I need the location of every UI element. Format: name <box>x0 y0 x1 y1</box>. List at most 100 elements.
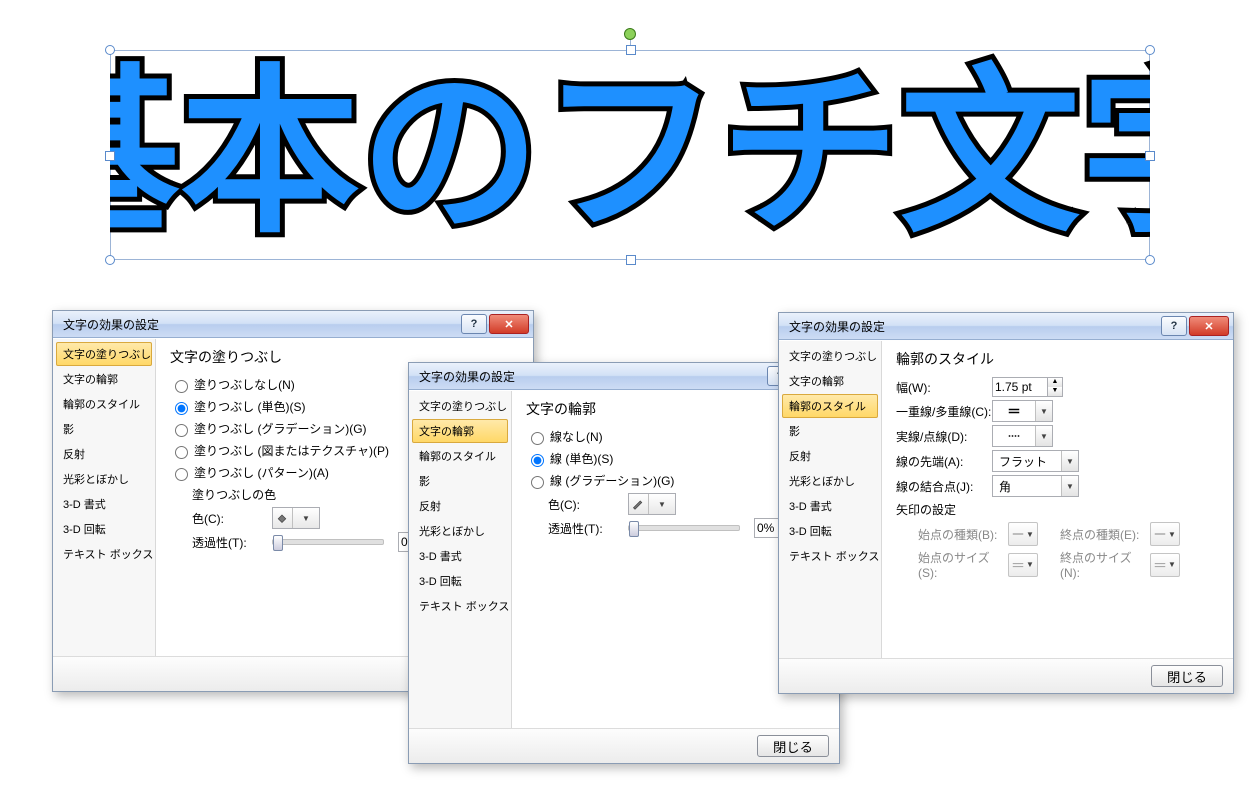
fill-pattern-label: 塗りつぶし (パターン)(A) <box>194 463 329 482</box>
style-width-label: 幅(W): <box>896 379 992 396</box>
nav-reflect[interactable]: 反射 <box>412 494 508 518</box>
resize-handle-nw[interactable] <box>105 45 115 55</box>
spin-up-icon[interactable]: ▲ <box>1048 378 1062 387</box>
resize-handle-se[interactable] <box>1145 255 1155 265</box>
fill-none-radio[interactable] <box>175 380 188 393</box>
style-width-spin[interactable]: ▲▼ <box>992 377 1063 397</box>
nav-fill[interactable]: 文字の塗りつぶし <box>782 344 878 368</box>
nav-style[interactable]: 輪郭のスタイル <box>412 444 508 468</box>
resize-handle-ne[interactable] <box>1145 45 1155 55</box>
style-compound-dd[interactable]: ▼ <box>992 400 1053 422</box>
nav-glow[interactable]: 光彩とぼかし <box>782 469 878 493</box>
slider-thumb[interactable] <box>629 521 639 537</box>
help-button[interactable]: ? <box>461 314 487 334</box>
nav-glow[interactable]: 光彩とぼかし <box>56 467 152 491</box>
paint-bucket-icon <box>273 508 292 528</box>
close-button[interactable]: ✕ <box>489 314 529 334</box>
nav-3dformat[interactable]: 3-D 書式 <box>412 544 508 568</box>
nav-3dformat[interactable]: 3-D 書式 <box>56 492 152 516</box>
style-cap-value: フラット <box>993 451 1061 471</box>
fill-transparency-slider[interactable] <box>272 539 384 545</box>
fill-color-dd[interactable]: ▼ <box>292 508 319 528</box>
resize-handle-sw[interactable] <box>105 255 115 265</box>
rotation-handle[interactable] <box>624 28 636 40</box>
arrow-begintype-picker[interactable]: ▼ <box>1008 522 1038 546</box>
outline-color-dd[interactable]: ▼ <box>648 494 675 514</box>
arrow-beginsize-label: 始点のサイズ(S): <box>918 549 1008 580</box>
style-join-value: 角 <box>993 476 1061 496</box>
nav-3drot[interactable]: 3-D 回転 <box>782 519 878 543</box>
nav-outline[interactable]: 文字の輪郭 <box>56 367 152 391</box>
outline-color-picker[interactable]: ▼ <box>628 493 676 515</box>
fill-texture-radio[interactable] <box>175 446 188 459</box>
nav-reflect[interactable]: 反射 <box>56 442 152 466</box>
dashed-line-icon <box>993 426 1035 446</box>
fill-solid-radio[interactable] <box>175 402 188 415</box>
fill-color-label: 色(C): <box>192 510 272 527</box>
sidebar-style: 文字の塗りつぶし 文字の輪郭 輪郭のスタイル 影 反射 光彩とぼかし 3-D 書… <box>779 341 882 658</box>
wordart-text[interactable]: 基本のフチ文字 <box>110 50 1150 260</box>
style-dash-dd[interactable]: ▼ <box>992 425 1053 447</box>
spin-down-icon[interactable]: ▼ <box>1048 387 1062 396</box>
style-heading: 輪郭のスタイル <box>896 349 1219 369</box>
dialog-style[interactable]: 文字の効果の設定 ? ✕ 文字の塗りつぶし 文字の輪郭 輪郭のスタイル 影 反射… <box>778 312 1234 694</box>
dialog-outline[interactable]: 文字の効果の設定 ? ✕ 文字の塗りつぶし 文字の輪郭 輪郭のスタイル 影 反射… <box>408 362 840 764</box>
sidebar-fill: 文字の塗りつぶし 文字の輪郭 輪郭のスタイル 影 反射 光彩とぼかし 3-D 書… <box>53 339 156 656</box>
arrow-endtype-picker[interactable]: ▼ <box>1150 522 1180 546</box>
nav-shadow[interactable]: 影 <box>782 419 878 443</box>
outline-color-label: 色(C): <box>548 496 628 513</box>
style-dash-label: 実線/点線(D): <box>896 428 992 445</box>
arrow-endsize-label: 終点のサイズ(N): <box>1060 549 1150 580</box>
outline-solid-label: 線 (単色)(S) <box>550 449 613 468</box>
nav-outline[interactable]: 文字の輪郭 <box>782 369 878 393</box>
style-width-value[interactable] <box>992 377 1048 397</box>
nav-fill[interactable]: 文字の塗りつぶし <box>56 342 152 366</box>
outline-grad-radio[interactable] <box>531 476 544 489</box>
style-join-dd[interactable]: 角 ▼ <box>992 475 1079 497</box>
style-compound-label: 一重線/多重線(C): <box>896 403 992 420</box>
sidebar-outline: 文字の塗りつぶし 文字の輪郭 輪郭のスタイル 影 反射 光彩とぼかし 3-D 書… <box>409 391 512 728</box>
nav-3drot[interactable]: 3-D 回転 <box>412 569 508 593</box>
fill-color-picker[interactable]: ▼ <box>272 507 320 529</box>
nav-outline[interactable]: 文字の輪郭 <box>412 419 508 443</box>
svg-text:基本のフチ文字: 基本のフチ文字 <box>110 53 1150 254</box>
nav-textbox[interactable]: テキスト ボックス <box>412 594 508 618</box>
resize-handle-n[interactable] <box>626 45 636 55</box>
nav-fill[interactable]: 文字の塗りつぶし <box>412 394 508 418</box>
fill-grad-radio[interactable] <box>175 424 188 437</box>
outline-transparency-slider[interactable] <box>628 525 740 531</box>
help-button[interactable]: ? <box>1161 316 1187 336</box>
resize-handle-s[interactable] <box>626 255 636 265</box>
nav-3drot[interactable]: 3-D 回転 <box>56 517 152 541</box>
titlebar-style[interactable]: 文字の効果の設定 ? ✕ <box>779 313 1233 340</box>
nav-shadow[interactable]: 影 <box>56 417 152 441</box>
fill-transparency-label: 透過性(T): <box>192 534 272 551</box>
nav-glow[interactable]: 光彩とぼかし <box>412 519 508 543</box>
nav-textbox[interactable]: テキスト ボックス <box>782 544 878 568</box>
nav-reflect[interactable]: 反射 <box>782 444 878 468</box>
style-cap-dd[interactable]: フラット ▼ <box>992 450 1079 472</box>
dialog-title: 文字の効果の設定 <box>419 368 765 385</box>
arrow-endsize-picker[interactable]: ▼ <box>1150 553 1180 577</box>
arrow-beginsize-picker[interactable]: ▼ <box>1008 553 1038 577</box>
fill-grad-label: 塗りつぶし (グラデーション)(G) <box>194 419 367 438</box>
fill-solid-label: 塗りつぶし (単色)(S) <box>194 397 305 416</box>
fill-none-label: 塗りつぶしなし(N) <box>194 375 295 394</box>
slider-thumb[interactable] <box>273 535 283 551</box>
resize-handle-w[interactable] <box>105 151 115 161</box>
nav-style[interactable]: 輪郭のスタイル <box>56 392 152 416</box>
nav-textbox[interactable]: テキスト ボックス <box>56 542 152 566</box>
close-button-footer[interactable]: 閉じる <box>1151 665 1223 687</box>
close-button[interactable]: ✕ <box>1189 316 1229 336</box>
fill-pattern-radio[interactable] <box>175 468 188 481</box>
nav-3dformat[interactable]: 3-D 書式 <box>782 494 878 518</box>
nav-shadow[interactable]: 影 <box>412 469 508 493</box>
titlebar-fill[interactable]: 文字の効果の設定 ? ✕ <box>53 311 533 338</box>
resize-handle-e[interactable] <box>1145 151 1155 161</box>
style-join-label: 線の結合点(J): <box>896 478 992 495</box>
titlebar-outline[interactable]: 文字の効果の設定 ? ✕ <box>409 363 839 390</box>
outline-none-radio[interactable] <box>531 432 544 445</box>
outline-solid-radio[interactable] <box>531 454 544 467</box>
nav-style[interactable]: 輪郭のスタイル <box>782 394 878 418</box>
close-button-footer[interactable]: 閉じる <box>757 735 829 757</box>
